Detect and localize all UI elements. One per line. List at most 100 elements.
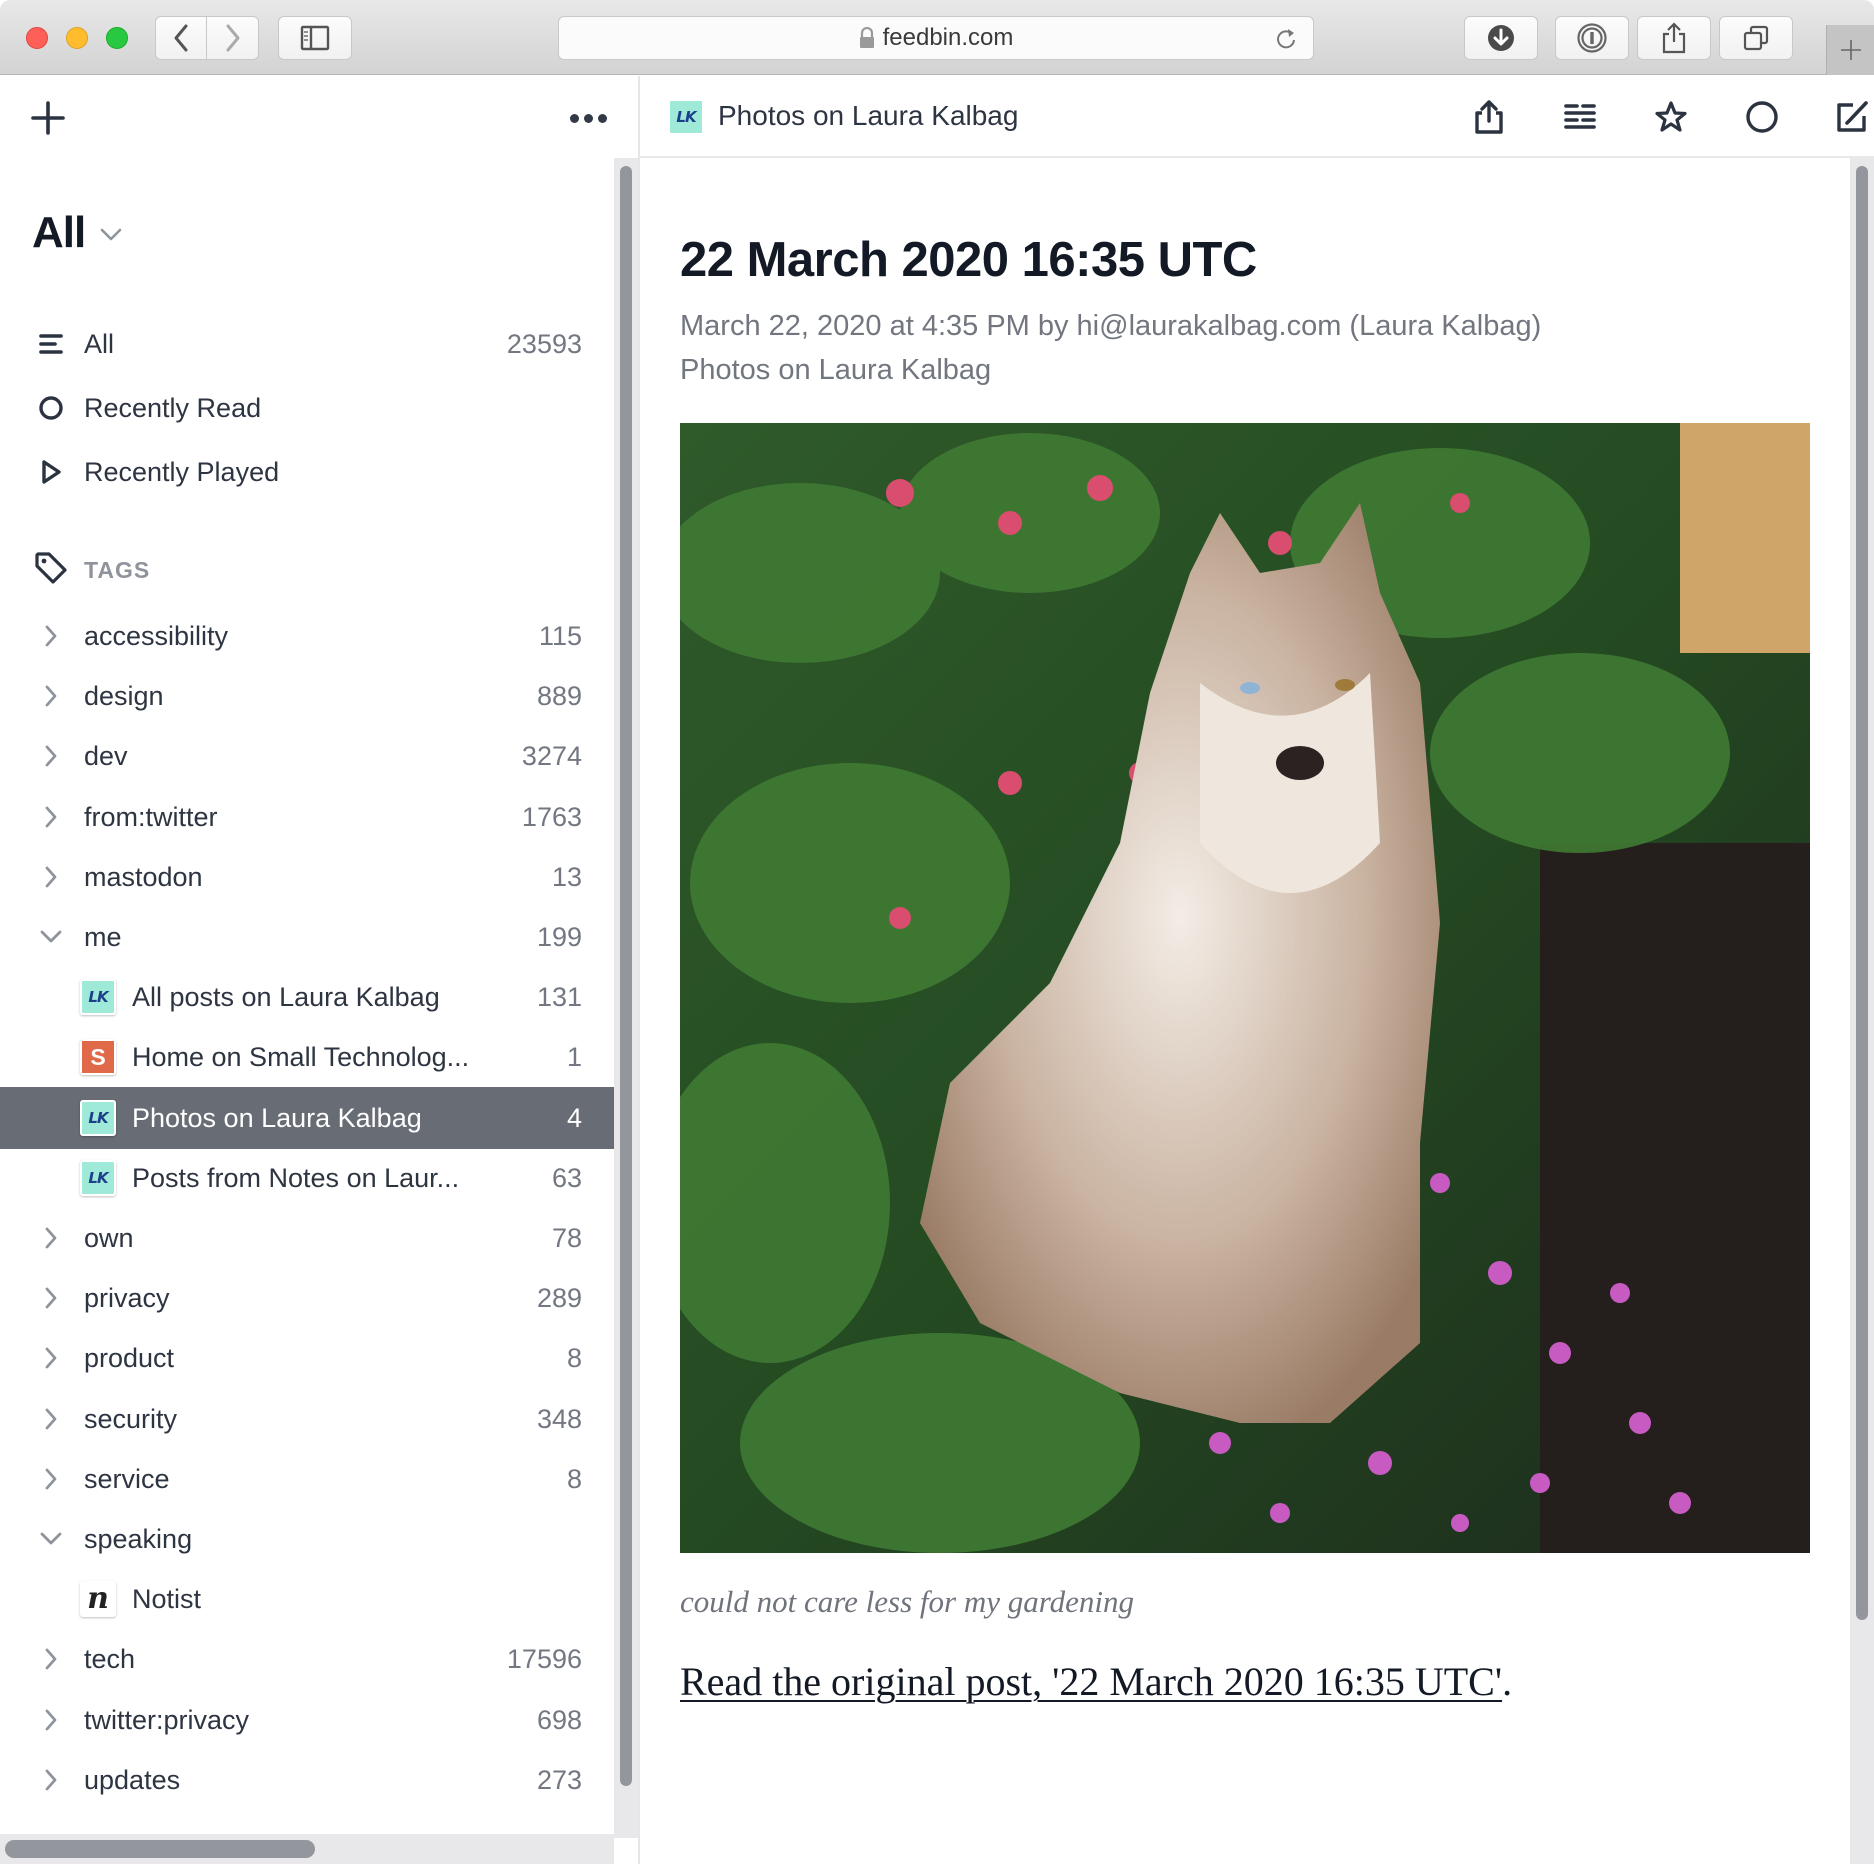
chevron-right-icon[interactable] bbox=[36, 1283, 66, 1313]
content-scrollbar-thumb[interactable] bbox=[1856, 166, 1868, 1620]
tag-item[interactable]: dev 3274 bbox=[0, 725, 614, 787]
sidebar-scrollbar-thumb[interactable] bbox=[620, 166, 632, 1786]
tag-item[interactable]: product 8 bbox=[0, 1327, 614, 1389]
close-window-button[interactable] bbox=[26, 27, 48, 49]
unread-count: 4 bbox=[566, 1102, 582, 1133]
nav-item-recently-played[interactable]: Recently Played bbox=[0, 441, 614, 503]
play-icon bbox=[36, 457, 66, 487]
unread-count: 63 bbox=[551, 1162, 582, 1193]
share-entry-button[interactable] bbox=[1466, 94, 1512, 140]
chevron-right-icon[interactable] bbox=[36, 681, 66, 711]
tag-item[interactable]: speaking bbox=[0, 1508, 614, 1570]
feed-item[interactable]: LK Posts from Notes on Laur... 63 bbox=[0, 1147, 614, 1209]
tag-item[interactable]: privacy 289 bbox=[0, 1267, 614, 1329]
sidebar-horizontal-scrollbar-thumb[interactable] bbox=[5, 1840, 315, 1858]
tag-item[interactable]: mastodon 13 bbox=[0, 846, 614, 908]
chevron-right-icon[interactable] bbox=[36, 1343, 66, 1373]
unread-count: 23593 bbox=[506, 328, 582, 359]
chevron-right-icon[interactable] bbox=[36, 1223, 66, 1253]
star-button[interactable] bbox=[1648, 94, 1694, 140]
chevron-right-icon[interactable] bbox=[36, 1644, 66, 1674]
plus-icon bbox=[31, 101, 65, 135]
password-manager-button[interactable] bbox=[1555, 16, 1629, 60]
add-subscription-button[interactable] bbox=[28, 98, 68, 138]
tag-item[interactable]: design 889 bbox=[0, 665, 614, 727]
chevron-right-icon[interactable] bbox=[36, 621, 66, 651]
feed-title[interactable]: Photos on Laura Kalbag bbox=[718, 100, 1018, 132]
feed-item[interactable]: n Notist bbox=[0, 1568, 614, 1630]
plus-icon bbox=[1840, 40, 1861, 60]
tag-item[interactable]: from:twitter 1763 bbox=[0, 786, 614, 848]
edit-button[interactable] bbox=[1829, 94, 1874, 140]
address-bar[interactable]: feedbin.com bbox=[558, 16, 1314, 60]
chevron-right-icon[interactable] bbox=[36, 1404, 66, 1434]
feed-item[interactable]: S Home on Small Technolog... 1 bbox=[0, 1026, 614, 1088]
unread-count: 3274 bbox=[521, 740, 582, 771]
tag-item[interactable]: me 199 bbox=[0, 906, 614, 968]
tag-item[interactable]: tech 17596 bbox=[0, 1628, 614, 1690]
reload-icon[interactable] bbox=[1273, 26, 1299, 52]
entry-content: 22 March 2020 16:35 UTC March 22, 2020 a… bbox=[640, 158, 1850, 1864]
tag-label: privacy bbox=[84, 1282, 170, 1313]
chevron-right-icon[interactable] bbox=[36, 741, 66, 771]
tag-label: mastodon bbox=[84, 861, 203, 892]
view-options-button[interactable] bbox=[1557, 94, 1603, 140]
feed-item[interactable]: LK All posts on Laura Kalbag 131 bbox=[0, 966, 614, 1028]
mark-unread-button[interactable] bbox=[1739, 94, 1785, 140]
tag-label: design bbox=[84, 680, 164, 711]
tag-item[interactable]: own 78 bbox=[0, 1207, 614, 1269]
show-all-tabs-button[interactable] bbox=[1719, 16, 1793, 60]
new-tab-button[interactable] bbox=[1826, 25, 1874, 75]
share-browser-button[interactable] bbox=[1637, 16, 1711, 60]
feed-label: Photos on Laura Kalbag bbox=[132, 1102, 422, 1133]
tag-item[interactable]: accessibility 115 bbox=[0, 605, 614, 667]
tag-item[interactable]: updates 273 bbox=[0, 1749, 614, 1811]
tag-item[interactable]: security 348 bbox=[0, 1388, 614, 1450]
forward-button[interactable] bbox=[207, 16, 259, 60]
nav-item-recently-read[interactable]: Recently Read bbox=[0, 377, 614, 439]
sidebar-icon bbox=[300, 25, 330, 51]
more-options-button[interactable] bbox=[570, 106, 610, 130]
lock-icon bbox=[859, 27, 874, 48]
share-icon bbox=[1475, 100, 1503, 134]
unread-count: 273 bbox=[536, 1764, 582, 1795]
entry-photo[interactable] bbox=[680, 423, 1810, 1553]
show-sidebar-button[interactable] bbox=[278, 16, 352, 60]
downloads-button[interactable] bbox=[1464, 16, 1538, 60]
chevron-right-icon bbox=[226, 24, 239, 52]
entry-meta: March 22, 2020 at 4:35 PM by hi@laurakal… bbox=[680, 304, 1541, 392]
chevron-right-icon[interactable] bbox=[36, 1705, 66, 1735]
url-text: feedbin.com bbox=[882, 24, 1014, 51]
favicon-glyph: n bbox=[82, 1583, 114, 1615]
tag-item[interactable]: twitter:privacy 698 bbox=[0, 1689, 614, 1751]
zoom-window-button[interactable] bbox=[106, 27, 128, 49]
tags-heading: TAGS bbox=[84, 556, 151, 583]
read-original-link[interactable]: Read the original post, '22 March 2020 1… bbox=[680, 1659, 1502, 1704]
entry-title: 22 March 2020 16:35 UTC bbox=[680, 233, 1257, 287]
nav-label: All bbox=[84, 328, 115, 359]
feed-label: Notist bbox=[132, 1583, 202, 1614]
chevron-left-icon bbox=[174, 24, 188, 52]
unread-count: 698 bbox=[536, 1704, 582, 1735]
chevron-right-icon[interactable] bbox=[36, 802, 66, 832]
entry-source[interactable]: Photos on Laura Kalbag bbox=[680, 348, 1541, 392]
minimize-window-button[interactable] bbox=[66, 27, 88, 49]
share-icon bbox=[1662, 22, 1686, 54]
view-selector[interactable]: All bbox=[32, 208, 123, 258]
chevron-down-icon[interactable] bbox=[36, 1524, 66, 1554]
tag-label: tech bbox=[84, 1643, 136, 1674]
feed-favicon: S bbox=[80, 1039, 116, 1075]
back-button[interactable] bbox=[155, 16, 207, 60]
chevron-right-icon[interactable] bbox=[36, 862, 66, 892]
chevron-right-icon[interactable] bbox=[36, 1464, 66, 1494]
sidebar: All All 23593 Recently Read Recently Pla… bbox=[0, 76, 638, 1864]
feed-item[interactable]: LK Photos on Laura Kalbag 4 bbox=[0, 1087, 614, 1149]
view-title: All bbox=[32, 208, 86, 257]
chevron-right-icon[interactable] bbox=[36, 1765, 66, 1795]
nav-item-all[interactable]: All 23593 bbox=[0, 313, 614, 375]
browser-toolbar: feedbin.com bbox=[0, 0, 1874, 75]
tabs-icon bbox=[1743, 25, 1769, 51]
chevron-down-icon[interactable] bbox=[36, 922, 66, 952]
feed-favicon: LK bbox=[80, 979, 116, 1015]
tag-item[interactable]: service 8 bbox=[0, 1448, 614, 1510]
